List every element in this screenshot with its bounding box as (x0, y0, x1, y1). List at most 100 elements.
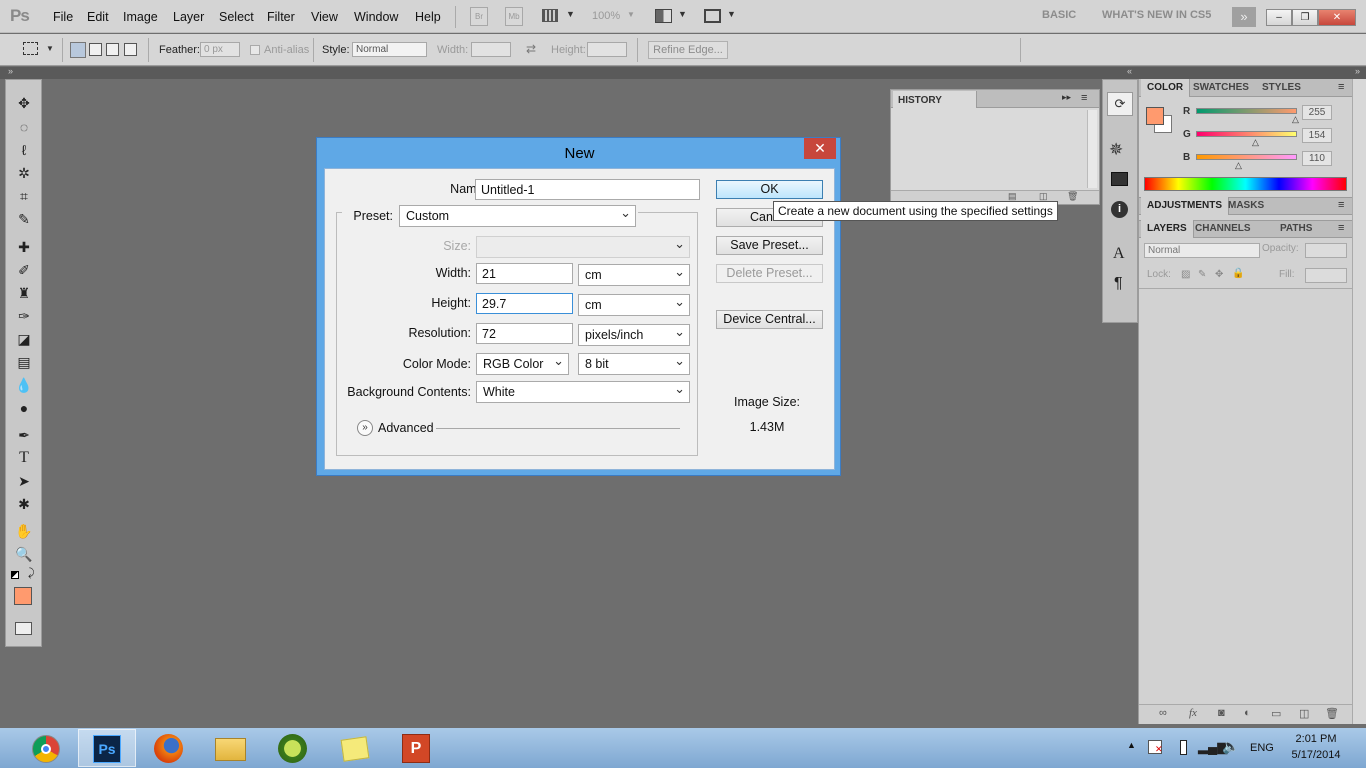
r-slider-thumb[interactable]: △ (1292, 114, 1299, 125)
bridge-button[interactable]: Br (470, 7, 488, 26)
expand-panels-icon[interactable]: » (1355, 66, 1360, 76)
height-input[interactable]: 29.7 (476, 293, 573, 314)
move-tool-icon[interactable]: ✥ (14, 94, 34, 112)
default-colors-icon[interactable] (11, 571, 19, 579)
panel-menu-icon[interactable]: ≡ (1081, 92, 1087, 104)
preset-select[interactable]: Custom (399, 205, 636, 227)
lock-all-icon[interactable]: 🔒 (1232, 268, 1244, 279)
swap-icon[interactable]: ⇄ (526, 42, 536, 56)
g-value[interactable]: 154 (1302, 128, 1332, 143)
lock-transparent-icon[interactable]: ▨ (1181, 269, 1190, 280)
feather-input[interactable]: 0 px (200, 42, 240, 57)
save-preset-button[interactable]: Save Preset... (716, 236, 823, 255)
color-ramp[interactable] (1144, 177, 1347, 191)
trash-icon[interactable]: 🗑 (1325, 707, 1339, 720)
screen-mode-icon[interactable] (704, 9, 721, 23)
expand-tools-icon[interactable]: » (8, 66, 13, 76)
menu-view[interactable]: View (311, 10, 338, 24)
input-language[interactable]: ENG (1250, 742, 1274, 754)
ok-button[interactable]: OK (716, 180, 823, 199)
link-layers-icon[interactable]: ∞ (1159, 707, 1167, 719)
resolution-input[interactable]: 72 (476, 323, 573, 344)
taskbar-powerpoint[interactable]: P (388, 729, 446, 767)
new-layer-icon[interactable]: ◫ (1299, 707, 1309, 720)
menu-window[interactable]: Window (354, 10, 398, 24)
subtract-selection-icon[interactable] (106, 43, 119, 56)
menu-file[interactable]: File (53, 10, 73, 24)
eyedropper-tool-icon[interactable]: ✎ (14, 210, 34, 228)
history-scrollbar[interactable] (1087, 110, 1097, 188)
collapse-icon[interactable]: ▸▸ (1062, 92, 1071, 103)
foreground-color-swatch[interactable] (14, 587, 32, 605)
collapse-panels-icon[interactable]: « (1127, 66, 1132, 76)
healing-brush-icon[interactable]: ✚ (14, 238, 34, 256)
volume-icon[interactable]: 🔈 (1222, 738, 1239, 755)
history-panel-icon[interactable]: ⟳ (1107, 92, 1133, 116)
menu-filter[interactable]: Filter (267, 10, 295, 24)
quick-selection-icon[interactable]: ✲ (14, 164, 34, 182)
new-selection-icon[interactable] (70, 42, 86, 58)
lock-position-icon[interactable]: ✥ (1215, 269, 1223, 280)
chevron-down-icon[interactable]: ▼ (566, 9, 575, 19)
tab-layers[interactable]: LAYERS (1141, 220, 1194, 238)
expand-advanced-icon[interactable]: » (357, 420, 373, 436)
menu-edit[interactable]: Edit (87, 10, 109, 24)
menu-layer[interactable]: Layer (173, 10, 204, 24)
trash-icon[interactable]: 🗑 (1067, 191, 1078, 202)
device-central-button[interactable]: Device Central... (716, 310, 823, 329)
width-unit-select[interactable]: cm (578, 264, 690, 286)
name-input[interactable]: Untitled-1 (475, 179, 700, 200)
gradient-tool-icon[interactable]: ▤ (14, 353, 34, 371)
chevron-down-icon[interactable]: ▼ (627, 10, 635, 19)
history-brush-icon[interactable]: ✑ (14, 307, 34, 325)
chevron-down-icon[interactable]: ▼ (46, 44, 54, 53)
quick-mask-icon[interactable] (15, 622, 32, 635)
blend-mode-select[interactable]: Normal (1144, 243, 1260, 258)
taskbar-sticky-notes[interactable] (326, 729, 384, 767)
height-input[interactable] (587, 42, 627, 57)
background-contents-select[interactable]: White (476, 381, 690, 403)
fill-input[interactable] (1305, 268, 1347, 283)
tab-paths[interactable]: PATHS (1274, 220, 1318, 238)
taskbar-firefox[interactable] (140, 729, 198, 767)
shape-tool-icon[interactable]: ✱ (14, 495, 34, 513)
marquee-tool-icon[interactable] (23, 42, 38, 55)
menu-select[interactable]: Select (219, 10, 254, 24)
bit-depth-select[interactable]: 8 bit (578, 353, 690, 375)
swap-colors-icon[interactable]: ⤸ (28, 567, 35, 580)
eraser-tool-icon[interactable]: ◪ (14, 330, 34, 348)
tab-channels[interactable]: CHANNELS (1189, 220, 1257, 238)
tab-masks[interactable]: MASKS (1222, 197, 1270, 215)
taskbar-chrome[interactable] (17, 729, 75, 767)
adjustment-layer-icon[interactable]: ◐ (1244, 707, 1251, 719)
extras-icon[interactable] (542, 9, 558, 22)
refine-edge-button[interactable]: Refine Edge... (648, 41, 728, 59)
panel-scrollbar[interactable] (1352, 79, 1366, 724)
more-workspaces-icon[interactable]: » (1232, 7, 1256, 27)
taskbar-tennis-game[interactable] (264, 729, 322, 767)
color-mode-select[interactable]: RGB Color (476, 353, 569, 375)
resolution-unit-select[interactable]: pixels/inch (578, 324, 690, 346)
menu-image[interactable]: Image (123, 10, 158, 24)
hand-tool-icon[interactable]: ✋ (14, 522, 34, 540)
r-value[interactable]: 255 (1302, 105, 1332, 120)
crop-tool-icon[interactable]: ⌗ (14, 187, 34, 205)
show-hidden-icons[interactable]: ▲ (1127, 740, 1136, 750)
foreground-color-swatch[interactable] (1146, 107, 1164, 125)
navigator-icon[interactable]: ✵ (1109, 140, 1123, 160)
workspace-whats-new[interactable]: WHAT'S NEW IN CS5 (1102, 9, 1211, 21)
b-slider[interactable] (1196, 154, 1297, 160)
info-icon[interactable]: i (1111, 201, 1128, 218)
taskbar-file-explorer[interactable] (202, 729, 260, 767)
tab-swatches[interactable]: SWATCHES (1187, 79, 1255, 97)
zoom-level[interactable]: 100% (592, 10, 620, 22)
chevron-down-icon[interactable]: ▼ (727, 9, 736, 19)
panel-menu-icon[interactable]: ≡ (1338, 222, 1344, 234)
clock-time[interactable]: 2:01 PM (1283, 733, 1349, 745)
style-select[interactable]: Normal (352, 42, 427, 57)
tab-styles[interactable]: STYLES (1256, 79, 1307, 97)
close-button[interactable]: ✕ (1318, 9, 1356, 26)
dialog-close-button[interactable]: ✕ (804, 138, 836, 159)
lock-pixels-icon[interactable]: ✎ (1198, 269, 1206, 280)
path-selection-icon[interactable]: ➤ (14, 472, 34, 490)
